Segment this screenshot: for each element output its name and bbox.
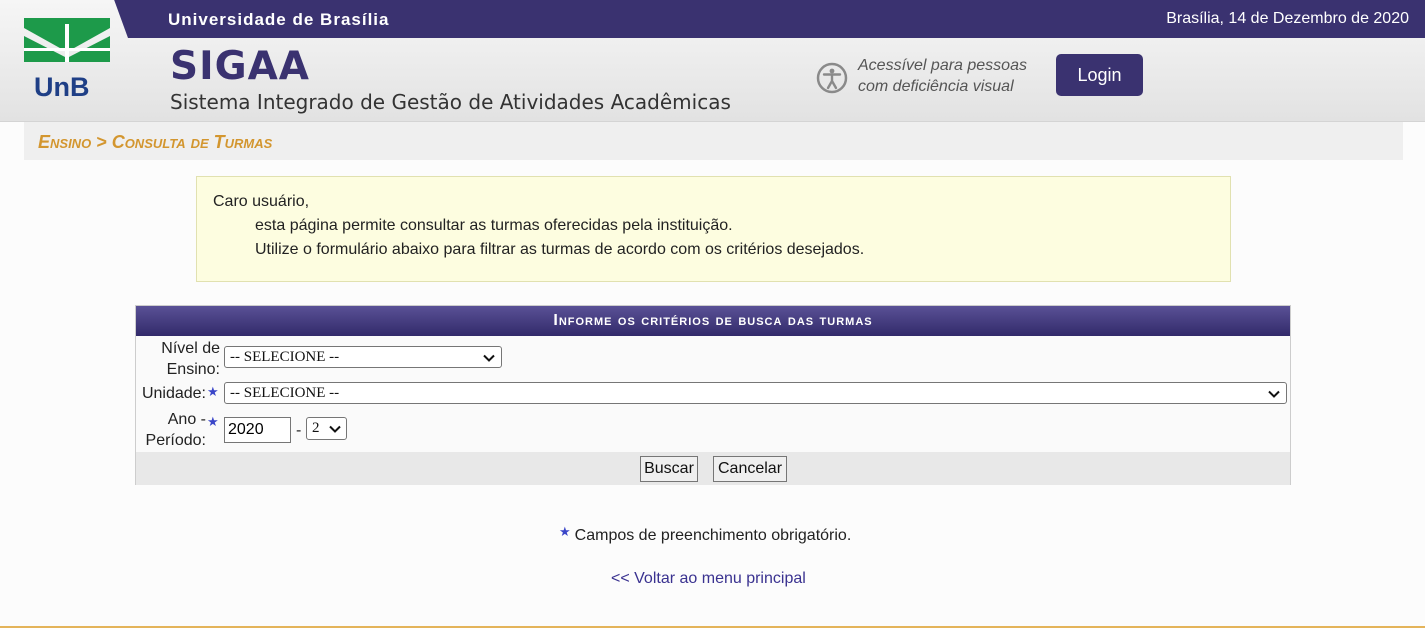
unidade-select[interactable]: -- SELECIONE -- [224, 382, 1287, 404]
ano-label-line2: Período: [145, 432, 206, 449]
breadcrumb-text: Ensino > Consulta de Turmas [38, 132, 273, 152]
chevron-down-icon [1268, 390, 1280, 398]
required-star-icon: ★ [207, 414, 219, 429]
search-form: Informe os critérios de busca das turmas… [135, 305, 1291, 485]
chevron-down-icon [329, 425, 341, 433]
info-box: Caro usuário, esta página permite consul… [196, 176, 1231, 282]
nivel-ensino-value: -- SELECIONE -- [230, 349, 340, 365]
ano-periodo-label: Ano - Período: [136, 409, 206, 451]
required-star-icon: ★ [559, 524, 571, 539]
nivel-label-line1: Nível de [161, 340, 220, 357]
app-subtitle: Sistema Integrado de Gestão de Atividade… [170, 90, 731, 114]
unb-logo-graphic [24, 18, 110, 62]
university-name: Universidade de Brasília [168, 10, 390, 29]
nivel-label-line2: Ensino: [166, 361, 220, 378]
accessibility-link[interactable]: Acessível para pessoas com deficiência v… [858, 55, 1027, 97]
form-caption: Informe os critérios de busca das turmas [136, 306, 1290, 336]
info-greeting: Caro usuário, [213, 193, 310, 210]
required-fields-text: Campos de preenchimento obrigatório. [574, 527, 852, 544]
info-line-2: Utilize o formulário abaixo para filtrar… [255, 241, 865, 258]
back-to-menu-link[interactable]: << Voltar ao menu principal [611, 570, 806, 588]
login-button[interactable]: Login [1056, 54, 1143, 96]
ano-input[interactable] [224, 417, 291, 443]
chevron-down-icon [483, 354, 495, 362]
required-fields-note: ★ Campos de preenchimento obrigatório. [559, 524, 852, 545]
periodo-select[interactable]: 2 [306, 417, 347, 440]
current-date: Brasília, 14 de Dezembro de 2020 [1166, 10, 1409, 27]
app-title: SIGAA [170, 44, 310, 89]
unidade-value: -- SELECIONE -- [230, 385, 340, 401]
accessibility-text-line1: Acessível para pessoas [858, 57, 1027, 74]
nivel-label: Nível de Ensino: [142, 338, 220, 380]
nivel-ensino-select[interactable]: -- SELECIONE -- [224, 346, 502, 368]
required-star-icon: ★ [207, 384, 219, 399]
info-line-1: esta página permite consultar as turmas … [255, 217, 733, 234]
logo-text: UnB [34, 72, 90, 102]
periodo-value: 2 [312, 420, 320, 436]
accessibility-icon[interactable] [816, 62, 848, 94]
cancelar-button[interactable]: Cancelar [713, 456, 787, 482]
ano-label-line1: Ano - [167, 411, 206, 428]
accessibility-text-line2: com deficiência visual [858, 78, 1014, 95]
buscar-button[interactable]: Buscar [640, 456, 698, 482]
header: Universidade de Brasília Brasília, 14 de… [0, 0, 1425, 122]
unidade-label: Unidade: [141, 385, 206, 402]
breadcrumb: Ensino > Consulta de Turmas [24, 122, 1403, 160]
form-actions: Buscar Cancelar [136, 452, 1290, 485]
ano-periodo-separator: - [296, 422, 302, 439]
